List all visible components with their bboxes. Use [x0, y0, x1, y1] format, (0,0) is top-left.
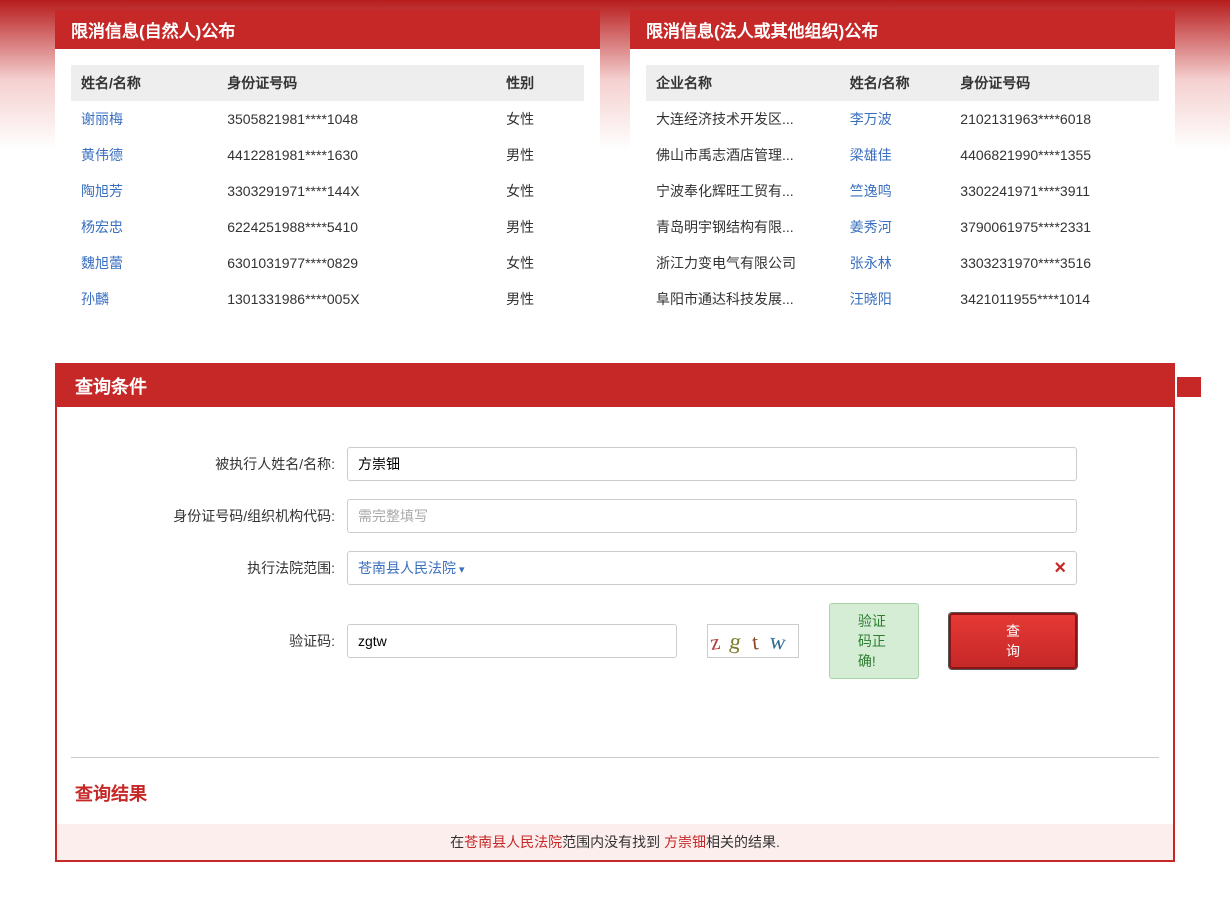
query-section: 查询条件 被执行人姓名/名称: 身份证号码/组织机构代码: 执行法院范围:: [55, 363, 1175, 862]
gender-cell: 女性: [496, 101, 584, 137]
id-cell: 3303291971****144X: [217, 173, 496, 209]
col-company: 企业名称: [646, 65, 840, 101]
gender-cell: 女性: [496, 173, 584, 209]
contact-name-link[interactable]: 姜秀河: [840, 209, 951, 245]
result-message: 在苍南县人民法院范围内没有找到 方崇钿相关的结果.: [57, 824, 1173, 860]
contact-name-link[interactable]: 张永林: [840, 245, 951, 281]
id-cell: 6224251988****5410: [217, 209, 496, 245]
svg-text:g: g: [728, 628, 743, 655]
company-cell: 大连经济技术开发区...: [646, 101, 840, 137]
msg-p2: 范围内没有找到: [562, 834, 664, 850]
id-cell: 3303231970****3516: [950, 245, 1159, 281]
id-cell: 2102131963****6018: [950, 101, 1159, 137]
contact-name-link[interactable]: 汪晓阳: [840, 281, 951, 317]
id-cell: 4406821990****1355: [950, 137, 1159, 173]
svg-text:z: z: [708, 629, 721, 655]
table-row: 大连经济技术开发区...李万波2102131963****6018: [646, 101, 1159, 137]
col-name: 姓名/名称: [71, 65, 217, 101]
person-name-link[interactable]: 魏旭蕾: [71, 245, 217, 281]
natural-person-table: 姓名/名称 身份证号码 性别 谢丽梅3505821981****1048女性黄伟…: [71, 65, 584, 317]
table-row: 杨宏忠6224251988****5410男性: [71, 209, 584, 245]
person-name-link[interactable]: 杨宏忠: [71, 209, 217, 245]
col-name: 姓名/名称: [840, 65, 951, 101]
input-name[interactable]: [347, 447, 1077, 481]
id-cell: 4412281981****1630: [217, 137, 496, 173]
query-title: 查询条件: [57, 365, 1173, 407]
panel-legal-title: 限消信息(法人或其他组织)公布: [630, 10, 1175, 49]
table-row: 宁波奉化辉旺工贸有...竺逸鸣3302241971****3911: [646, 173, 1159, 209]
person-name-link[interactable]: 黄伟德: [71, 137, 217, 173]
svg-text:w: w: [768, 628, 787, 655]
label-name: 被执行人姓名/名称:: [77, 454, 347, 474]
id-cell: 3505821981****1048: [217, 101, 496, 137]
company-cell: 阜阳市通达科技发展...: [646, 281, 840, 317]
table-row: 阜阳市通达科技发展...汪晓阳3421011955****1014: [646, 281, 1159, 317]
table-row: 谢丽梅3505821981****1048女性: [71, 101, 584, 137]
table-row: 青岛明宇钢结构有限...姜秀河3790061975****2331: [646, 209, 1159, 245]
col-id: 身份证号码: [950, 65, 1159, 101]
table-row: 陶旭芳3303291971****144X女性: [71, 173, 584, 209]
id-cell: 6301031977****0829: [217, 245, 496, 281]
result-title: 查询结果: [57, 758, 1173, 824]
id-cell: 3790061975****2331: [950, 209, 1159, 245]
gender-cell: 女性: [496, 245, 584, 281]
col-gender: 性别: [496, 65, 584, 101]
panel-natural-person: 限消信息(自然人)公布 姓名/名称 身份证号码 性别 谢丽梅3505821981…: [55, 10, 600, 333]
table-row: 浙江力变电气有限公司张永林3303231970****3516: [646, 245, 1159, 281]
captcha-image[interactable]: z g t w: [707, 624, 799, 658]
svg-text:t: t: [751, 629, 760, 655]
company-cell: 宁波奉化辉旺工贸有...: [646, 173, 840, 209]
msg-p3: 相关的结果.: [706, 834, 780, 850]
court-selected-text[interactable]: 苍南县人民法院: [358, 558, 465, 578]
person-name-link[interactable]: 陶旭芳: [71, 173, 217, 209]
msg-name: 方崇钿: [664, 834, 706, 850]
input-captcha[interactable]: [347, 624, 677, 658]
table-row: 佛山市禹志酒店管理...梁雄佳4406821990****1355: [646, 137, 1159, 173]
panel-legal-person: 限消信息(法人或其他组织)公布 企业名称 姓名/名称 身份证号码 大连经济技术开…: [630, 10, 1175, 333]
id-cell: 3421011955****1014: [950, 281, 1159, 317]
id-cell: 1301331986****005X: [217, 281, 496, 317]
gender-cell: 男性: [496, 209, 584, 245]
company-cell: 浙江力变电气有限公司: [646, 245, 840, 281]
table-row: 黄伟德4412281981****1630男性: [71, 137, 584, 173]
table-row: 孙麟1301331986****005X男性: [71, 281, 584, 317]
input-id[interactable]: [347, 499, 1077, 533]
person-name-link[interactable]: 孙麟: [71, 281, 217, 317]
label-id: 身份证号码/组织机构代码:: [77, 506, 347, 526]
person-name-link[interactable]: 谢丽梅: [71, 101, 217, 137]
company-cell: 青岛明宇钢结构有限...: [646, 209, 840, 245]
id-cell: 3302241971****3911: [950, 173, 1159, 209]
contact-name-link[interactable]: 梁雄佳: [840, 137, 951, 173]
table-row: 魏旭蕾6301031977****0829女性: [71, 245, 584, 281]
label-court: 执行法院范围:: [77, 558, 347, 578]
legal-person-table: 企业名称 姓名/名称 身份证号码 大连经济技术开发区...李万波21021319…: [646, 65, 1159, 317]
msg-court: 苍南县人民法院: [464, 834, 562, 850]
company-cell: 佛山市禹志酒店管理...: [646, 137, 840, 173]
search-button[interactable]: 查询: [949, 613, 1077, 669]
label-captcha: 验证码:: [77, 631, 347, 651]
contact-name-link[interactable]: 竺逸鸣: [840, 173, 951, 209]
gender-cell: 男性: [496, 137, 584, 173]
contact-name-link[interactable]: 李万波: [840, 101, 951, 137]
decor-stripe: [1177, 377, 1201, 397]
captcha-ok-badge: 验证码正确!: [829, 603, 919, 679]
court-select[interactable]: 苍南县人民法院 ×: [347, 551, 1077, 585]
gender-cell: 男性: [496, 281, 584, 317]
msg-p1: 在: [450, 834, 464, 850]
panel-natural-title: 限消信息(自然人)公布: [55, 10, 600, 49]
col-id: 身份证号码: [217, 65, 496, 101]
clear-court-icon[interactable]: ×: [1054, 558, 1066, 578]
